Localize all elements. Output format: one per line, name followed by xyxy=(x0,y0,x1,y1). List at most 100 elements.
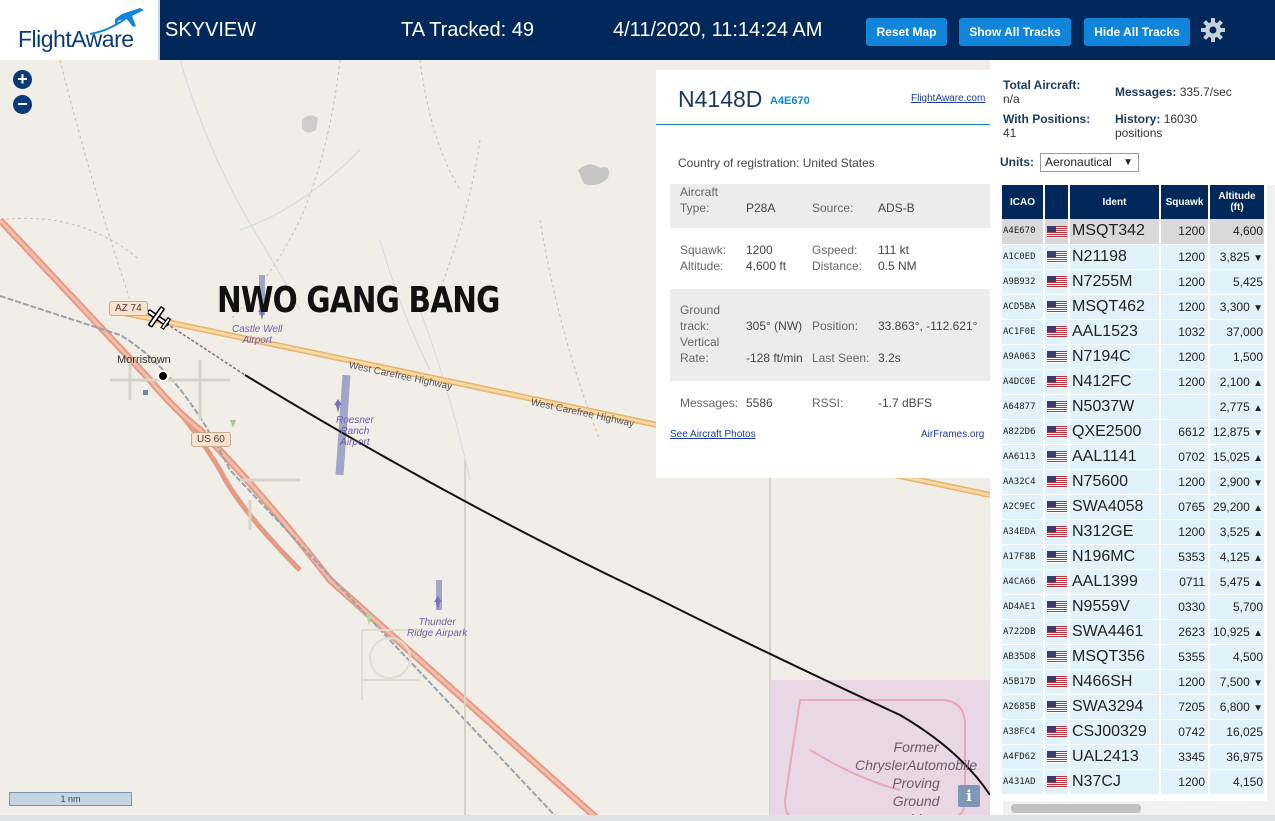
trend-icon: ▼ xyxy=(1253,477,1263,489)
detail-rssi: -1.7 dBFS xyxy=(878,396,933,410)
units-select[interactable]: Aeronautical ▼ xyxy=(1040,153,1139,172)
row-icao: A64877 xyxy=(1002,394,1045,420)
scrollbar-thumb[interactable] xyxy=(1011,804,1141,813)
airport-label-thunder-ridge: Thunder Ridge Airpark xyxy=(407,617,468,639)
detail-distance: 0.5 NM xyxy=(878,259,917,273)
row-icao: A17F8B xyxy=(1002,544,1045,570)
row-icao: A2C9EC xyxy=(1002,494,1045,520)
detail-section-squawk: Squawk: 1200 Gspeed: 111 kt Altitude: 4,… xyxy=(680,243,917,273)
show-all-tracks-button[interactable]: Show All Tracks xyxy=(959,18,1071,46)
table-row[interactable]: A4FD62 UAL2413 3345 36,975 xyxy=(1002,744,1266,770)
row-ident: MSQT342 xyxy=(1069,219,1161,245)
table-row[interactable]: A4E670 MSQT342 1200 4,600 xyxy=(1002,219,1266,245)
table-row[interactable]: AC1F0E AAL1523 1032 37,000 xyxy=(1002,319,1266,345)
detail-divider xyxy=(656,124,990,125)
row-icao: A4E670 xyxy=(1002,219,1045,245)
detail-callsign: N4148D xyxy=(678,86,763,112)
row-ident: N196MC xyxy=(1069,544,1161,570)
info-button[interactable]: i xyxy=(958,785,980,807)
table-row[interactable]: ACD5BA MSQT462 1200 3,300 ▼ xyxy=(1002,294,1266,320)
stat-history: History: 16030 positions xyxy=(1115,112,1198,140)
row-squawk: 5355 xyxy=(1160,644,1210,670)
stat-with-positions: With Positions: 41 xyxy=(1003,112,1091,140)
scale-bar: 1 nm xyxy=(9,792,132,806)
column-header-squawk[interactable]: Squawk xyxy=(1160,185,1210,219)
us-flag-icon xyxy=(1044,569,1070,595)
table-row[interactable]: A1C0ED N21198 1200 3,825 ▼ xyxy=(1002,244,1266,270)
reset-map-button[interactable]: Reset Map xyxy=(866,18,947,46)
table-row[interactable]: AD4AE1 N9559V 0330 5,700 xyxy=(1002,594,1266,620)
table-row[interactable]: A4DC0E N412FC 1200 2,100 ▲ xyxy=(1002,369,1266,395)
aircraft-photos-link[interactable]: See Aircraft Photos xyxy=(670,429,756,440)
column-header-altitude[interactable]: Altitude (ft) xyxy=(1209,185,1266,219)
table-row[interactable]: A2C9EC SWA4058 0765 29,200 ▲ xyxy=(1002,494,1266,520)
row-altitude: 3,300 ▼ xyxy=(1209,294,1266,320)
row-ident: AAL1399 xyxy=(1069,569,1161,595)
row-icao: AA6113 xyxy=(1002,444,1045,470)
trend-icon: ▼ xyxy=(1253,252,1263,264)
column-header-flag[interactable] xyxy=(1044,185,1070,219)
zoom-out-button[interactable]: − xyxy=(13,95,32,114)
table-row[interactable]: A9A063 N7194C 1200 1,500 xyxy=(1002,344,1266,370)
table-row[interactable]: A38FC4 CSJ00329 0742 16,025 xyxy=(1002,719,1266,745)
aircraft-icon[interactable] xyxy=(144,304,172,332)
row-altitude: 7,500 ▼ xyxy=(1209,669,1266,695)
table-row[interactable]: A431AD N37CJ 1200 4,150 xyxy=(1002,769,1266,795)
road-shield-us60: US 60 xyxy=(191,432,231,447)
row-altitude: 4,500 xyxy=(1209,644,1266,670)
road-shield-az74: AZ 74 xyxy=(109,301,148,316)
row-altitude: 37,000 xyxy=(1209,319,1266,345)
zoom-in-button[interactable]: + xyxy=(13,70,32,89)
detail-position: 33.863°, -112.621° xyxy=(878,319,978,333)
hide-all-tracks-button[interactable]: Hide All Tracks xyxy=(1084,18,1190,46)
table-row[interactable]: A722DB SWA4461 2623 10,925 ▲ xyxy=(1002,619,1266,645)
vertical-scrollbar[interactable] xyxy=(1267,185,1275,805)
table-header-row: ICAO Ident Squawk Altitude (ft) xyxy=(1002,185,1266,219)
table-row[interactable]: A64877 N5037W 2,775 ▲ xyxy=(1002,394,1266,420)
us-flag-icon xyxy=(1044,244,1070,270)
detail-gspeed: 111 kt xyxy=(878,243,909,257)
row-squawk: 1032 xyxy=(1160,319,1210,345)
table-row[interactable]: A4CA66 AAL1399 0711 5,475 ▲ xyxy=(1002,569,1266,595)
table-row[interactable]: A5B17D N466SH 1200 7,500 ▼ xyxy=(1002,669,1266,695)
row-altitude: 6,800 ▼ xyxy=(1209,694,1266,720)
row-ident: AAL1523 xyxy=(1069,319,1161,345)
table-row[interactable]: AB35D8 MSQT356 5355 4,500 xyxy=(1002,644,1266,670)
us-flag-icon xyxy=(1044,719,1070,745)
table-row[interactable]: AA32C4 N75600 1200 2,900 ▼ xyxy=(1002,469,1266,495)
flightaware-logo[interactable]: FlightAware xyxy=(0,0,160,60)
detail-aircraft-type: P28A xyxy=(746,201,776,215)
table-row[interactable]: A9B932 N7255M 1200 5,425 xyxy=(1002,269,1266,295)
column-header-ident[interactable]: Ident xyxy=(1069,185,1161,219)
table-row[interactable]: A17F8B N196MC 5353 4,125 ▲ xyxy=(1002,544,1266,570)
detail-track: 305° (NW) xyxy=(746,319,803,333)
column-header-icao[interactable]: ICAO xyxy=(1002,185,1045,219)
table-row[interactable]: A822D6 QXE2500 6612 12,875 ▼ xyxy=(1002,419,1266,445)
detail-lastseen: 3.2s xyxy=(878,351,901,365)
trend-icon: ▲ xyxy=(1253,377,1263,389)
gear-icon[interactable] xyxy=(1199,16,1227,44)
table-row[interactable]: AA6113 AAL1141 0702 15,025 ▲ xyxy=(1002,444,1266,470)
row-squawk xyxy=(1160,394,1210,420)
airframes-link[interactable]: AirFrames.org xyxy=(921,429,984,440)
detail-icao: A4E670 xyxy=(770,95,810,107)
flightaware-link[interactable]: FlightAware.com xyxy=(911,93,985,104)
row-icao: A2685B xyxy=(1002,694,1045,720)
us-flag-icon xyxy=(1044,619,1070,645)
table-row[interactable]: A34EDA N312GE 1200 3,525 ▲ xyxy=(1002,519,1266,545)
aircraft-list-panel: Total Aircraft: n/a Messages: 335.7/sec W… xyxy=(990,60,1275,821)
trend-icon: ▲ xyxy=(1253,527,1263,539)
row-ident: AAL1141 xyxy=(1069,444,1161,470)
us-flag-icon xyxy=(1044,419,1070,445)
row-squawk: 3345 xyxy=(1160,744,1210,770)
table-row[interactable]: A2685B SWA3294 7205 6,800 ▼ xyxy=(1002,694,1266,720)
horizontal-scrollbar[interactable] xyxy=(1003,801,1275,815)
stat-messages: Messages: 335.7/sec xyxy=(1115,85,1232,99)
row-squawk: 7205 xyxy=(1160,694,1210,720)
row-icao: AB35D8 xyxy=(1002,644,1045,670)
detail-section-track: Ground track: Vertical Rate: 305° (NW) Posi… xyxy=(670,289,990,381)
top-bar: FlightAware SKYVIEW TA Tracked: 49 4/11/… xyxy=(0,0,1275,60)
row-squawk: 5353 xyxy=(1160,544,1210,570)
airport-label-castle-well: Castle Well Airport xyxy=(232,324,283,346)
area-label-proving-ground: Former ChryslerAutomobile Proving Ground… xyxy=(855,739,978,821)
